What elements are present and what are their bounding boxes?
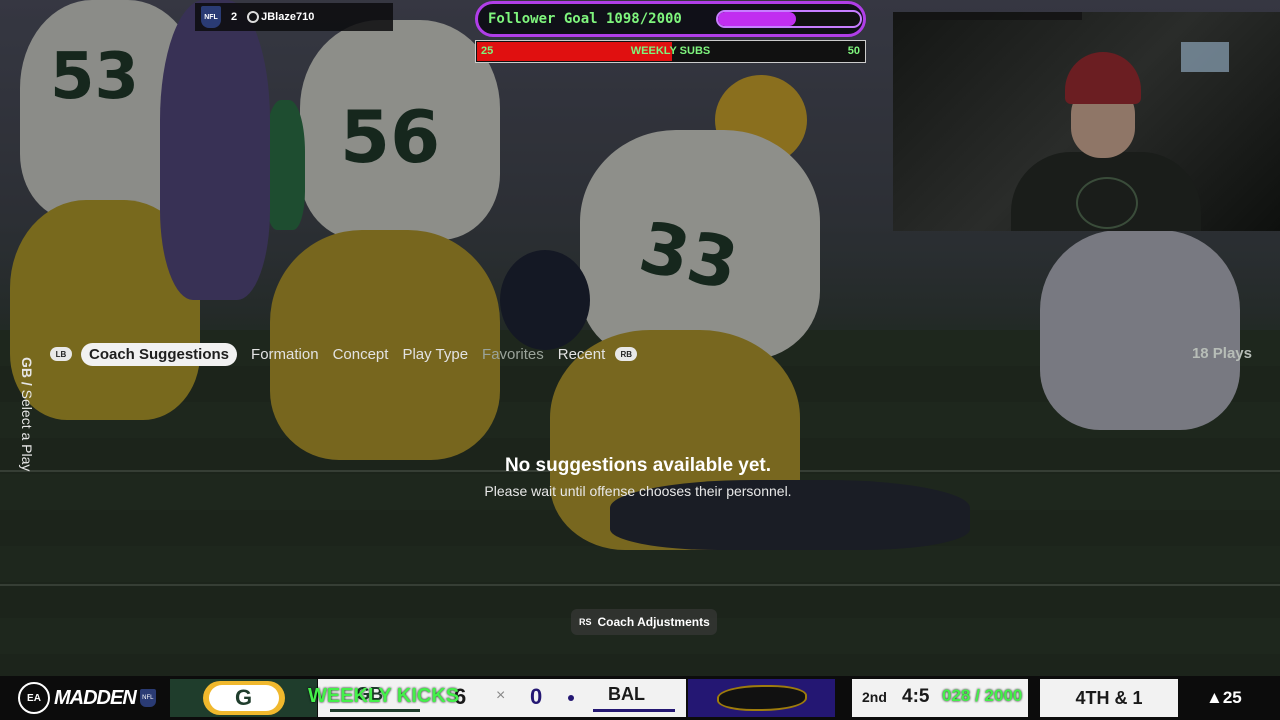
- away-score: 0: [530, 684, 543, 709]
- lb-button-icon[interactable]: LB: [50, 347, 72, 361]
- possession-indicator: [568, 695, 574, 701]
- raven-icon: [716, 685, 807, 711]
- nfl-shield-icon: NFL: [201, 6, 221, 28]
- side-label-team: GB: [19, 357, 35, 378]
- empty-state-title: No suggestions available yet.: [504, 455, 772, 476]
- rank-number: 2: [231, 11, 238, 23]
- xbox-icon: [247, 11, 260, 24]
- follower-goal-widget: Follower Goal 1098/2000: [475, 1, 866, 37]
- weekly-subs-title: WEEKLY SUBS: [630, 45, 711, 57]
- streamer-webcam: [893, 12, 1280, 231]
- packers-g-icon: G: [208, 685, 279, 711]
- timeouts-home: [330, 709, 420, 712]
- coach-adjustments-label: Coach Adjustments: [597, 615, 710, 629]
- coach-adjustments-button[interactable]: RS Coach Adjustments: [571, 609, 717, 635]
- game-clock: 4:5: [902, 686, 930, 707]
- stream-top-left-badge: NFL 2 JBlaze710: [195, 3, 393, 31]
- tab-recent[interactable]: Recent: [558, 346, 606, 363]
- madden-logo: EA MADDEN NFL: [18, 680, 168, 716]
- scorebug: EA MADDEN NFL G GB 6 × 0 BAL 2nd 4:5 028…: [0, 676, 1280, 720]
- play-call-tabs: LB Coach Suggestions Formation Concept P…: [50, 342, 638, 366]
- tab-concept[interactable]: Concept: [333, 346, 389, 363]
- kicks-overlay-value: 028 / 2000: [942, 686, 1023, 705]
- packers-logo: G: [170, 679, 317, 717]
- webcam-cap: [1065, 52, 1141, 104]
- follower-goal-track: [716, 10, 862, 28]
- weekly-subs-bar: 25 WEEKLY SUBS 50: [475, 40, 866, 63]
- webcam-top-bar: [893, 12, 1082, 20]
- gamertag-text: JBlaze710: [261, 10, 315, 23]
- empty-state: No suggestions available yet. Please wai…: [0, 455, 1276, 499]
- side-label-sep: /: [19, 378, 35, 390]
- madden-wordmark: MADDEN: [54, 686, 137, 709]
- ravens-logo: [688, 679, 835, 717]
- rb-button-icon[interactable]: RB: [615, 347, 638, 361]
- webcam-monitor: [1181, 42, 1229, 72]
- nfl-shield-icon: NFL: [139, 689, 156, 707]
- timeouts-away: [593, 709, 675, 712]
- quarter: 2nd: [862, 689, 887, 705]
- follower-goal-label: Follower Goal 1098/2000: [488, 11, 682, 27]
- play-clock: ▲25: [1206, 688, 1242, 707]
- gamertag: JBlaze710: [247, 10, 315, 24]
- weekly-kicks-overlay: WEEKLY KICKS: [308, 685, 460, 707]
- tab-formation[interactable]: Formation: [251, 346, 319, 363]
- tab-favorites[interactable]: Favorites: [482, 346, 544, 363]
- ea-sports-icon: EA: [18, 682, 50, 714]
- away-team-abbr: BAL: [608, 684, 645, 704]
- tab-coach-suggestions[interactable]: Coach Suggestions: [81, 342, 238, 366]
- weekly-subs-goal: 50: [847, 45, 860, 57]
- webcam-shirt-logo: [1076, 177, 1138, 229]
- follower-goal-fill: [718, 12, 796, 26]
- play-count: 18 Plays: [1191, 345, 1252, 362]
- clock-panel: 2nd 4:5 028 / 2000: [852, 679, 1028, 717]
- down-and-distance: 4TH & 1: [1040, 679, 1178, 717]
- vs-separator: ×: [496, 687, 506, 704]
- empty-state-subtitle: Please wait until offense chooses their …: [484, 483, 792, 499]
- rs-button-icon: RS: [579, 617, 592, 627]
- tab-play-type[interactable]: Play Type: [402, 346, 468, 363]
